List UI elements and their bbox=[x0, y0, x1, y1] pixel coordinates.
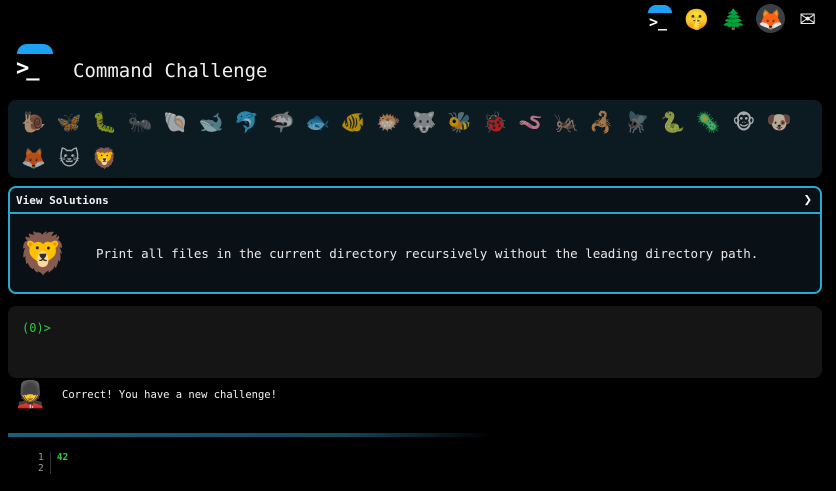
logo-nav-icon[interactable]: >_ bbox=[646, 4, 674, 33]
top-nav: >_ 🤫 🌲 🦊 ✉ bbox=[646, 4, 822, 33]
tree-icon[interactable]: 🌲 bbox=[719, 4, 748, 33]
butterfly-icon[interactable]: 🦋 bbox=[52, 104, 88, 140]
cricket-icon[interactable]: 🦗 bbox=[549, 104, 585, 140]
command-output: 1 2 42 bbox=[38, 452, 68, 474]
app-logo-icon: >_ bbox=[15, 44, 55, 84]
fish-icon[interactable]: 🐟 bbox=[300, 104, 336, 140]
guard-icon: 💂 bbox=[14, 380, 47, 410]
chevron-right-icon[interactable]: ❯ bbox=[804, 192, 812, 208]
microbe-icon[interactable]: 🦠 bbox=[691, 104, 727, 140]
worm-icon[interactable]: 🪱 bbox=[513, 104, 549, 140]
ant-icon[interactable]: 🐜 bbox=[123, 104, 159, 140]
divider bbox=[8, 433, 492, 437]
caterpillar-icon[interactable]: 🐛 bbox=[87, 104, 123, 140]
shark-icon[interactable]: 🦈 bbox=[265, 104, 301, 140]
challenge-card: View Solutions ❯ 🦁 Print all files in th… bbox=[8, 186, 822, 294]
gitlab-icon[interactable]: 🦊 bbox=[756, 4, 785, 33]
dolphin-icon[interactable]: 🐬 bbox=[229, 104, 265, 140]
feedback-row: 💂 Correct! You have a new challenge! bbox=[14, 380, 277, 410]
challenge-progress-bar: 🐌 🦋 🐛 🐜 🐚 🐋 🐬 🦈 🐟 🐠 🐡 🐺 🐝 🐞 🪱 🦗 🦂 🪰 🐍 🦠 🐵 🐶 🦊 🐱 🦁 bbox=[8, 100, 822, 178]
logo-prompt: >_ bbox=[649, 12, 668, 31]
terminal-prompt: (0)> bbox=[22, 321, 51, 335]
line-numbers: 1 2 bbox=[38, 452, 51, 474]
output-lines: 42 bbox=[51, 452, 68, 474]
logo-cap bbox=[648, 4, 672, 13]
cat-icon[interactable]: 🐱 bbox=[52, 140, 88, 176]
dog-icon[interactable]: 🐶 bbox=[762, 104, 798, 140]
output-line: 42 bbox=[56, 452, 69, 463]
view-solutions-bar[interactable]: View Solutions ❯ bbox=[10, 188, 820, 214]
fly-icon[interactable]: 🪰 bbox=[620, 104, 656, 140]
monkey-icon[interactable]: 🐵 bbox=[726, 104, 762, 140]
mail-icon[interactable]: ✉ bbox=[793, 4, 822, 33]
snail-icon[interactable]: 🐌 bbox=[16, 104, 52, 140]
blowfish-icon[interactable]: 🐡 bbox=[371, 104, 407, 140]
whale-icon[interactable]: 🐋 bbox=[194, 104, 230, 140]
lion-face-icon: 🦁 bbox=[18, 230, 68, 277]
snake-icon[interactable]: 🐍 bbox=[655, 104, 691, 140]
shell-icon[interactable]: 🐚 bbox=[158, 104, 194, 140]
app-logo-prompt: >_ bbox=[16, 56, 39, 81]
scorpion-icon[interactable]: 🦂 bbox=[584, 104, 620, 140]
challenge-body: 🦁 Print all files in the current directo… bbox=[10, 214, 820, 292]
line-number: 1 bbox=[38, 452, 44, 463]
ladybug-icon[interactable]: 🐞 bbox=[478, 104, 514, 140]
bee-icon[interactable]: 🐝 bbox=[442, 104, 478, 140]
view-solutions-label[interactable]: View Solutions bbox=[16, 194, 109, 207]
feedback-message: Correct! You have a new challenge! bbox=[62, 389, 277, 401]
tropical-fish-icon[interactable]: 🐠 bbox=[336, 104, 372, 140]
page-title: Command Challenge bbox=[73, 60, 268, 82]
challenge-text: Print all files in the current directory… bbox=[96, 245, 759, 261]
terminal-input[interactable]: (0)> bbox=[8, 306, 822, 378]
line-number: 2 bbox=[38, 463, 44, 474]
lion-icon[interactable]: 🦁 bbox=[87, 140, 123, 176]
shush-face-icon[interactable]: 🤫 bbox=[682, 4, 711, 33]
app-logo-cap bbox=[17, 44, 53, 54]
wolf-icon[interactable]: 🐺 bbox=[407, 104, 443, 140]
fox-icon[interactable]: 🦊 bbox=[16, 140, 52, 176]
